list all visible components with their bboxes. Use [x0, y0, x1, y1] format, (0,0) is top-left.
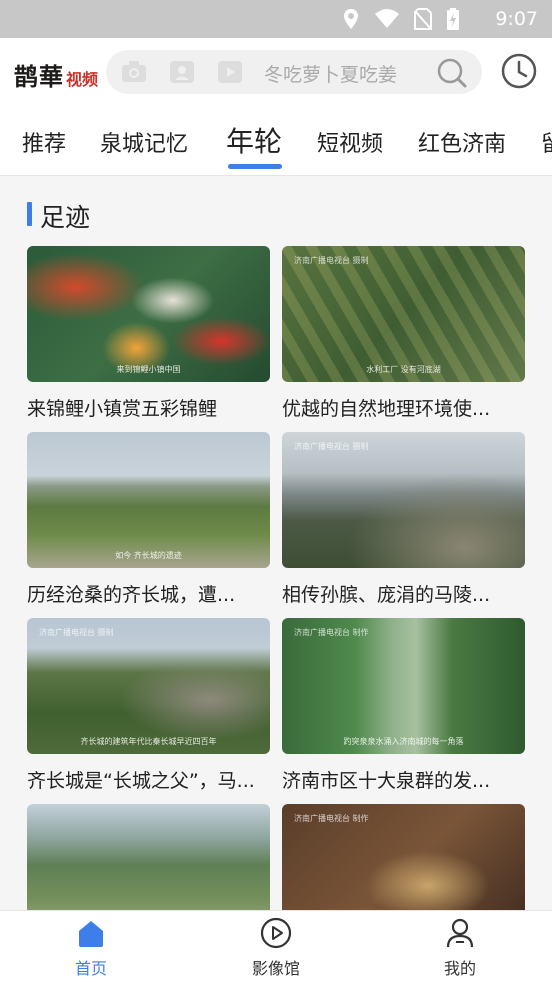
category-tabs: 推荐 泉城记忆 年轮 短视频 红色济南 留	[0, 108, 552, 176]
logo-main-text: 鹊華	[14, 62, 64, 91]
nav-mine[interactable]: 我的	[400, 911, 520, 982]
section-accent-bar	[27, 202, 32, 226]
no-sim-icon	[414, 8, 432, 30]
home-icon	[79, 921, 103, 947]
video-card[interactable]: 济南广播电视台 摄制 水利工厂 没有河底湖 优越的自然地理环境使...	[282, 246, 525, 421]
search-placeholder: 冬吃萝卜夏吃姜	[264, 64, 398, 86]
tab-more-partial[interactable]: 留	[541, 126, 552, 158]
video-card[interactable]: 如今 齐长城的遗迹 历经沧桑的齐长城，遭...	[27, 432, 270, 607]
video-thumbnail[interactable]	[27, 804, 270, 910]
wifi-icon	[375, 9, 399, 28]
video-card[interactable]: 济南广播电视台 制作 趵突泉泉水涌入济南城的每一角落 济南市区十大泉群的发...	[282, 618, 525, 793]
video-watermark: 济南广播电视台 制作	[294, 628, 369, 637]
search-bar[interactable]: 冬吃萝卜夏吃姜	[106, 50, 482, 94]
video-caption: 如今 齐长城的遗迹	[115, 551, 182, 560]
nav-home-label: 首页	[74, 959, 107, 978]
video-thumbnail[interactable]: 济南广播电视台 制作 趵突泉泉水涌入济南城的每一角落	[282, 618, 525, 754]
video-card[interactable]	[27, 804, 270, 910]
tab-quancheng-memory[interactable]: 泉城记忆	[100, 126, 188, 158]
video-caption: 来到锦鲤小镇中国	[116, 365, 181, 374]
video-thumbnail[interactable]: 如今 齐长城的遗迹	[27, 432, 270, 568]
video-watermark: 济南广播电视台 摄制	[294, 256, 369, 265]
video-title[interactable]: 相传孙膑、庞涓的马陵...	[282, 580, 525, 607]
history-clock-icon[interactable]	[500, 52, 538, 90]
video-title[interactable]: 历经沧桑的齐长城，遭...	[27, 580, 270, 607]
video-thumbnail[interactable]: 来到锦鲤小镇中国	[27, 246, 270, 382]
video-title[interactable]: 来锦鲤小镇赏五彩锦鲤	[27, 394, 270, 421]
video-watermark: 济南广播电视台 摄制	[39, 628, 114, 637]
location-icon	[344, 9, 358, 29]
video-thumbnail[interactable]: 济南广播电视台 摄制	[282, 432, 525, 568]
play-circle-icon	[260, 917, 292, 949]
tab-red-jinan[interactable]: 红色济南	[418, 126, 506, 158]
video-title[interactable]: 济南市区十大泉群的发...	[282, 766, 525, 793]
app-header: 鹊華 视频 冬吃萝卜夏吃姜	[0, 38, 552, 108]
active-tab-indicator	[228, 164, 282, 169]
bottom-nav: 首页 影像馆 我的	[0, 910, 552, 981]
logo-sub-text: 视频	[66, 70, 99, 89]
section-title: 足迹	[40, 203, 91, 232]
nav-home[interactable]: 首页	[31, 911, 151, 982]
scan-face-icon[interactable]	[168, 60, 196, 84]
status-icons	[342, 8, 460, 30]
video-card[interactable]: 来到锦鲤小镇中国 来锦鲤小镇赏五彩锦鲤	[27, 246, 270, 421]
app-logo[interactable]: 鹊華 视频	[14, 57, 98, 92]
video-card[interactable]: 济南广播电视台 摄制 相传孙膑、庞涓的马陵...	[282, 432, 525, 607]
video-play-icon[interactable]	[216, 60, 244, 84]
user-icon	[446, 918, 474, 948]
video-thumbnail[interactable]: 济南广播电视台 摄制 齐长城的建筑年代比秦长城早近四百年	[27, 618, 270, 754]
camera-icon[interactable]	[120, 60, 148, 84]
nav-mine-label: 我的	[443, 959, 476, 978]
video-caption: 齐长城的建筑年代比秦长城早近四百年	[80, 737, 217, 746]
search-icon[interactable]	[436, 57, 468, 89]
video-watermark: 济南广播电视台 摄制	[294, 442, 369, 451]
nav-gallery[interactable]: 影像馆	[216, 911, 336, 982]
video-title[interactable]: 优越的自然地理环境使...	[282, 394, 525, 421]
video-thumbnail[interactable]: 济南广播电视台 摄制 水利工厂 没有河底湖	[282, 246, 525, 382]
tab-short-video[interactable]: 短视频	[317, 126, 383, 158]
tab-recommend[interactable]: 推荐	[22, 126, 66, 158]
main-content[interactable]: 足迹 来到锦鲤小镇中国 来锦鲤小镇赏五彩锦鲤 济南广播电视台 摄制 水利工厂 没…	[0, 176, 552, 910]
video-thumbnail[interactable]: 济南广播电视台 制作	[282, 804, 525, 910]
video-card[interactable]: 济南广播电视台 制作	[282, 804, 525, 910]
status-time: 9:07	[495, 8, 538, 30]
video-caption: 水利工厂 没有河底湖	[366, 365, 441, 374]
video-caption: 趵突泉泉水涌入济南城的每一角落	[343, 737, 464, 746]
video-card[interactable]: 济南广播电视台 摄制 齐长城的建筑年代比秦长城早近四百年 齐长城是“长城之父”，…	[27, 618, 270, 793]
video-title[interactable]: 齐长城是“长城之父”，马...	[27, 766, 270, 793]
battery-charging-icon	[447, 8, 459, 30]
video-watermark: 济南广播电视台 制作	[294, 814, 369, 823]
nav-gallery-label: 影像馆	[251, 959, 300, 978]
tab-nianlun[interactable]: 年轮	[226, 120, 282, 160]
status-bar: 9:07	[0, 0, 552, 38]
